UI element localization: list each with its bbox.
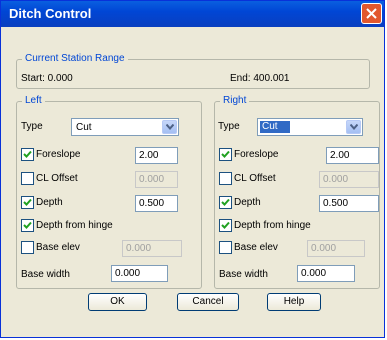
left-foreslope-input[interactable]: 2.00 (135, 147, 178, 164)
right-foreslope-label: Foreslope (234, 149, 279, 160)
check-icon (221, 150, 230, 158)
right-base-elev-input[interactable]: 0.000 (307, 240, 365, 257)
chevron-down-icon (166, 124, 174, 130)
right-cl-offset-checkbox[interactable] (219, 172, 232, 185)
right-cl-offset-label: CL Offset (234, 173, 276, 184)
left-cl-offset-label: CL Offset (36, 173, 78, 184)
left-depth-from-hinge-checkbox[interactable] (21, 219, 34, 232)
help-button[interactable]: Help (267, 293, 321, 311)
check-icon (23, 198, 32, 206)
left-depth-input[interactable]: 0.500 (135, 195, 178, 212)
check-icon (221, 221, 230, 229)
check-icon (23, 221, 32, 229)
close-button[interactable] (361, 3, 382, 24)
right-type-select[interactable]: Cut (257, 118, 363, 136)
station-range-legend: Current Station Range (22, 53, 128, 64)
right-base-width-label: Base width (219, 269, 268, 280)
left-type-dropdown-button[interactable] (162, 120, 177, 134)
left-type-value: Cut (76, 122, 92, 133)
left-base-width-label: Base width (21, 269, 70, 280)
right-depth-label: Depth (234, 197, 261, 208)
end-station: End: 400.001 (230, 73, 290, 84)
right-type-value: Cut (260, 121, 290, 133)
left-base-width-input[interactable]: 0.000 (111, 265, 168, 282)
left-legend: Left (22, 95, 45, 106)
check-icon (23, 150, 32, 158)
left-depth-label: Depth (36, 197, 63, 208)
left-cl-offset-input[interactable]: 0.000 (135, 171, 178, 188)
left-depth-from-hinge-label: Depth from hinge (36, 220, 113, 231)
start-station: Start: 0.000 (21, 73, 73, 84)
close-icon (366, 8, 377, 19)
right-base-width-input[interactable]: 0.000 (297, 265, 355, 282)
left-foreslope-checkbox[interactable] (21, 148, 34, 161)
right-foreslope-input[interactable]: 2.00 (326, 147, 379, 164)
chevron-down-icon (350, 124, 358, 130)
right-legend: Right (220, 95, 250, 106)
left-base-elev-checkbox[interactable] (21, 241, 34, 254)
right-type-dropdown-button[interactable] (346, 120, 361, 134)
right-foreslope-checkbox[interactable] (219, 148, 232, 161)
right-depth-input[interactable]: 0.500 (319, 195, 379, 212)
left-type-select[interactable]: Cut (71, 118, 179, 136)
right-base-elev-label: Base elev (234, 242, 278, 253)
right-base-elev-checkbox[interactable] (219, 241, 232, 254)
right-depth-from-hinge-checkbox[interactable] (219, 219, 232, 232)
left-foreslope-label: Foreslope (36, 149, 81, 160)
left-base-elev-label: Base elev (36, 242, 80, 253)
title-bar[interactable]: Ditch Control (1, 1, 384, 27)
left-depth-checkbox[interactable] (21, 196, 34, 209)
ok-button[interactable]: OK (88, 293, 147, 311)
ditch-control-dialog: Ditch Control Current Station Range Star… (0, 0, 385, 338)
right-depth-checkbox[interactable] (219, 196, 232, 209)
right-type-label: Type (218, 121, 240, 132)
right-cl-offset-input[interactable]: 0.000 (319, 171, 379, 188)
window-title: Ditch Control (9, 6, 92, 21)
right-depth-from-hinge-label: Depth from hinge (234, 220, 311, 231)
cancel-button[interactable]: Cancel (177, 293, 239, 311)
check-icon (221, 198, 230, 206)
left-cl-offset-checkbox[interactable] (21, 172, 34, 185)
left-type-label: Type (21, 121, 43, 132)
left-base-elev-input[interactable]: 0.000 (122, 240, 182, 257)
